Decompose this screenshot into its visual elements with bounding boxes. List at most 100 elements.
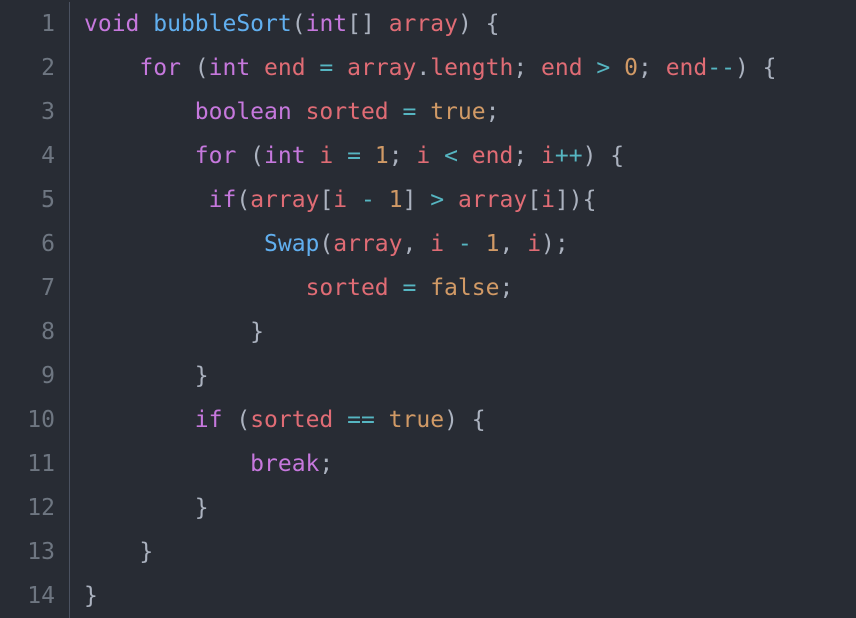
- token-op: -: [361, 187, 389, 213]
- code-line[interactable]: break;: [84, 442, 776, 486]
- token-bool: true: [430, 99, 485, 125]
- token-var: i: [527, 231, 541, 257]
- code-line[interactable]: for (int end = array.length; end > 0; en…: [84, 46, 776, 90]
- token-num: 1: [486, 231, 500, 257]
- code-editor[interactable]: 1234567891011121314 void bubbleSort(int[…: [0, 0, 856, 618]
- indent: [84, 451, 250, 477]
- indent: [84, 275, 306, 301]
- token-kw: if: [209, 187, 237, 213]
- line-number: 14: [0, 574, 55, 618]
- token-punc: (: [195, 55, 209, 81]
- token-var: array: [347, 55, 416, 81]
- token-var: i: [416, 143, 444, 169]
- token-var: sorted: [250, 407, 347, 433]
- token-var: sorted: [306, 99, 403, 125]
- token-var: i: [541, 187, 555, 213]
- token-var: array: [333, 231, 402, 257]
- token-bool: false: [430, 275, 499, 301]
- token-punc: ,: [499, 231, 527, 257]
- line-number: 10: [0, 398, 55, 442]
- code-line[interactable]: void bubbleSort(int[] array) {: [84, 2, 776, 46]
- token-punc: ) {: [583, 143, 625, 169]
- code-area[interactable]: void bubbleSort(int[] array) { for (int …: [70, 2, 776, 618]
- token-punc: []: [347, 11, 389, 37]
- line-number: 11: [0, 442, 55, 486]
- token-punc: ) {: [458, 11, 500, 37]
- token-op: >: [430, 187, 458, 213]
- token-bool: true: [389, 407, 444, 433]
- token-num: 0: [624, 55, 638, 81]
- token-punc: );: [541, 231, 569, 257]
- token-prop: length: [430, 55, 513, 81]
- token-kw: if: [195, 407, 237, 433]
- token-punc: ) {: [735, 55, 777, 81]
- token-punc: [: [527, 187, 541, 213]
- token-punc: ;: [513, 143, 541, 169]
- token-op: -: [458, 231, 486, 257]
- token-op: ++: [555, 143, 583, 169]
- indent: [84, 539, 139, 565]
- token-var: i: [541, 143, 555, 169]
- token-var: i: [319, 143, 347, 169]
- token-op: =: [319, 55, 347, 81]
- token-kw: for: [139, 55, 194, 81]
- token-type: int: [306, 11, 348, 37]
- token-kw: for: [195, 143, 250, 169]
- token-op: --: [707, 55, 735, 81]
- token-op: =: [403, 99, 431, 125]
- token-num: 1: [375, 143, 389, 169]
- line-number: 5: [0, 178, 55, 222]
- indent: [84, 187, 209, 213]
- line-number: 3: [0, 90, 55, 134]
- token-op: ==: [347, 407, 389, 433]
- line-number: 12: [0, 486, 55, 530]
- code-line[interactable]: }: [84, 310, 776, 354]
- code-line[interactable]: }: [84, 486, 776, 530]
- line-number: 9: [0, 354, 55, 398]
- token-punc: (: [292, 11, 306, 37]
- code-line[interactable]: }: [84, 354, 776, 398]
- code-line[interactable]: if (sorted == true) {: [84, 398, 776, 442]
- code-line[interactable]: boolean sorted = true;: [84, 90, 776, 134]
- code-line[interactable]: }: [84, 574, 776, 618]
- token-punc: }: [195, 495, 209, 521]
- token-punc: ) {: [444, 407, 486, 433]
- token-var: i: [430, 231, 458, 257]
- token-op: =: [403, 275, 431, 301]
- indent: [84, 407, 195, 433]
- token-var: end: [264, 55, 319, 81]
- code-line[interactable]: if(array[i - 1] > array[i]){: [84, 178, 776, 222]
- line-number: 6: [0, 222, 55, 266]
- token-var: end: [541, 55, 596, 81]
- code-line[interactable]: for (int i = 1; i < end; i++) {: [84, 134, 776, 178]
- token-punc: ]){: [555, 187, 597, 213]
- token-type: int: [209, 55, 264, 81]
- token-fn: bubbleSort: [153, 11, 291, 37]
- token-var: array: [389, 11, 458, 37]
- indent: [84, 495, 195, 521]
- token-punc: ,: [403, 231, 431, 257]
- token-var: array: [250, 187, 319, 213]
- token-punc: (: [250, 143, 264, 169]
- indent: [84, 319, 250, 345]
- token-punc: ;: [486, 99, 500, 125]
- token-punc: ;: [513, 55, 541, 81]
- token-punc: (: [236, 407, 250, 433]
- token-var: i: [333, 187, 361, 213]
- token-kw: break: [250, 451, 319, 477]
- token-type: int: [264, 143, 319, 169]
- token-punc: ;: [319, 451, 333, 477]
- line-number: 8: [0, 310, 55, 354]
- token-var: array: [458, 187, 527, 213]
- token-op: =: [347, 143, 375, 169]
- line-number: 13: [0, 530, 55, 574]
- token-kw: void: [84, 11, 153, 37]
- code-line[interactable]: Swap(array, i - 1, i);: [84, 222, 776, 266]
- token-num: 1: [389, 187, 403, 213]
- token-punc: (: [236, 187, 250, 213]
- token-punc: ]: [403, 187, 431, 213]
- code-line[interactable]: }: [84, 530, 776, 574]
- code-line[interactable]: sorted = false;: [84, 266, 776, 310]
- indent: [84, 143, 195, 169]
- token-var: sorted: [306, 275, 403, 301]
